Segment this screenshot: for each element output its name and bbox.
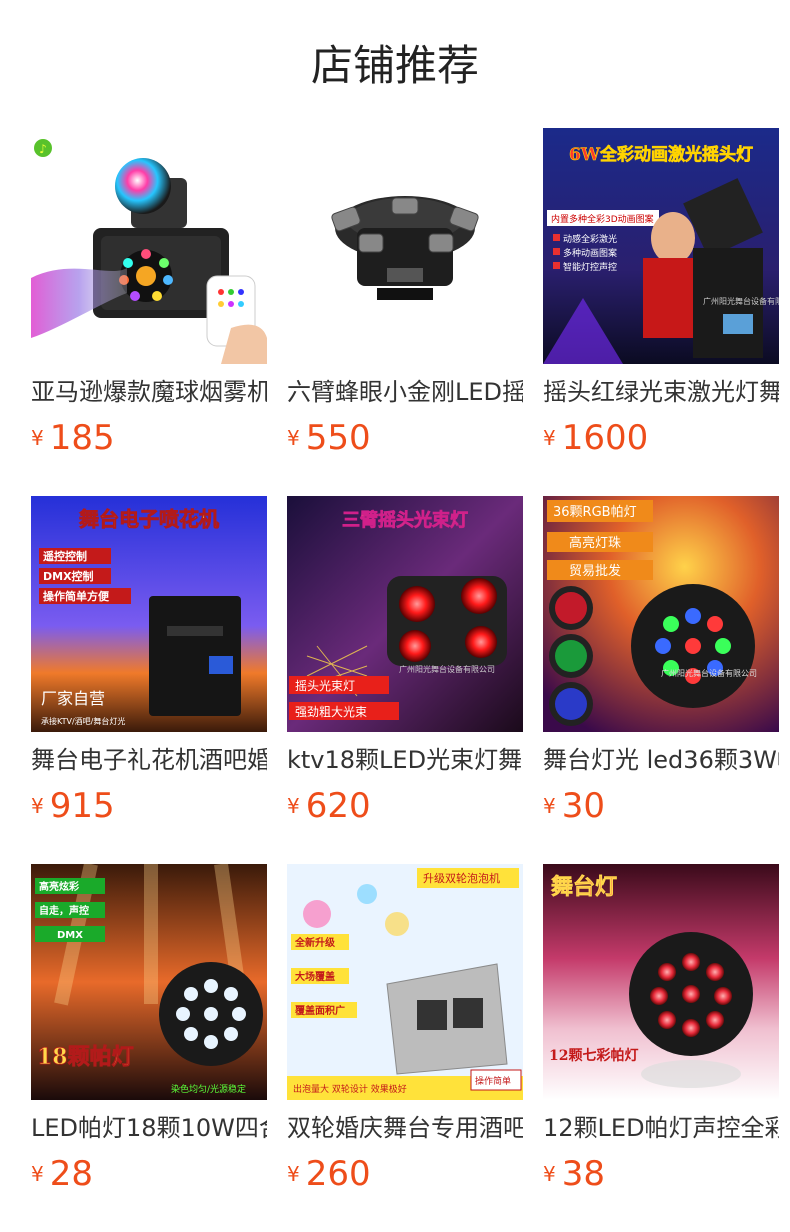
product-card[interactable]: 6W全彩动画激光摇头灯 内置多种全彩3D动画图案 动感全彩激光 多种动画图案 智… (543, 128, 779, 463)
price-amount: 620 (305, 786, 371, 826)
product-price: ¥260 (287, 1153, 371, 1195)
music-badge-icon: ♪ (39, 142, 47, 156)
product-card[interactable]: ♪ 亚马逊爆款魔球烟雾机舞台灯 (31, 128, 267, 463)
bubble-headline: 升级双轮泡泡机 (423, 871, 500, 885)
par-tag: 贸易批发 (569, 563, 621, 579)
bubble-tag: 大场覆盖 (295, 970, 335, 983)
beam-tag: 强劲粗大光束 (295, 705, 367, 719)
laser-banner: 内置多种全彩3D动画图案 (551, 213, 654, 225)
currency-symbol: ¥ (543, 1162, 556, 1186)
currency-symbol: ¥ (287, 426, 300, 450)
product-card[interactable]: 三臂摇头光束灯 摇头光束灯 强劲粗大光束 广州阳光舞台设备有限公司 ktv18颗… (287, 496, 523, 831)
product-price: ¥915 (31, 785, 115, 827)
product-image-bubble-machine[interactable]: 升级双轮泡泡机 全新升级 大场覆盖 覆盖面积广 出泡量大 双轮设计 效果极好 操… (287, 864, 523, 1100)
product-image-six-arm-light[interactable] (287, 128, 523, 364)
par18-tag: 高亮炫彩 (39, 880, 79, 893)
spark-tag: DMX控制 (43, 569, 94, 583)
bubble-footer: 出泡量大 双轮设计 效果极好 (293, 1083, 407, 1095)
product-image-par-12[interactable]: 舞台灯 12颗七彩帕灯 (543, 864, 779, 1100)
price-amount: 550 (305, 418, 371, 458)
price-amount: 1600 (561, 418, 649, 458)
product-card[interactable]: 升级双轮泡泡机 全新升级 大场覆盖 覆盖面积广 出泡量大 双轮设计 效果极好 操… (287, 864, 523, 1199)
laser-tag: 智能灯控声控 (563, 261, 617, 273)
price-amount: 30 (561, 786, 605, 826)
par18-tag: DMX (57, 930, 83, 941)
laser-headline: 6W全彩动画激光摇头灯 (569, 144, 753, 165)
laser-tag: 多种动画图案 (563, 247, 617, 259)
product-name[interactable]: 摇头红绿光束激光灯舞台 (543, 376, 779, 408)
product-image-laser-moving-head[interactable]: 6W全彩动画激光摇头灯 内置多种全彩3D动画图案 动感全彩激光 多种动画图案 智… (543, 128, 779, 364)
product-card[interactable]: 高亮炫彩 自走，声控 DMX 18颗帕灯 染色均匀/光源稳定 LED帕灯18颗1… (31, 864, 267, 1199)
product-name[interactable]: 舞台电子礼花机酒吧婚庆冷焰火 (31, 744, 267, 776)
product-price: ¥620 (287, 785, 371, 827)
product-price: ¥185 (31, 417, 115, 459)
par18-tag: 自走，声控 (39, 904, 89, 917)
product-image-three-arm-beam[interactable]: 三臂摇头光束灯 摇头光束灯 强劲粗大光束 广州阳光舞台设备有限公司 (287, 496, 523, 732)
beam-headline: 三臂摇头光束灯 (342, 509, 468, 531)
product-image-fog-machine[interactable]: ♪ (31, 128, 267, 364)
currency-symbol: ¥ (287, 794, 300, 818)
product-name[interactable]: 舞台灯光 led36颗3W帕灯 (543, 744, 779, 776)
price-amount: 28 (49, 1154, 93, 1194)
product-price: ¥1600 (543, 417, 648, 459)
product-name[interactable]: ktv18颗LED光束灯舞台灯 (287, 744, 523, 776)
product-image-spark-machine[interactable]: 舞台电子喷花机 遥控控制 DMX控制 操作简单方便 厂家自营 承接KTV/酒吧/… (31, 496, 267, 732)
product-name[interactable]: 12颗LED帕灯声控全彩染色灯 (543, 1112, 779, 1144)
spark-tag: 遥控控制 (43, 549, 87, 563)
product-name[interactable]: 双轮婚庆舞台专用酒吧泡泡机 (287, 1112, 523, 1144)
page-title: 店铺推荐 (310, 41, 479, 90)
product-price: ¥30 (543, 785, 605, 827)
spark-tag: 操作简单方便 (43, 589, 110, 603)
product-image-rgb-par[interactable]: 36颗RGB帕灯 高亮灯珠 贸易批发 广州阳光舞台设备有限公司 (543, 496, 779, 732)
spark-footer: 厂家自营 (41, 689, 105, 708)
product-card[interactable]: 舞台灯 12颗七彩帕灯 12颗LED帕灯声控全彩染色灯 ¥38 (543, 864, 779, 1199)
product-card[interactable]: 36颗RGB帕灯 高亮灯珠 贸易批发 广州阳光舞台设备有限公司 舞台灯光 led… (543, 496, 779, 831)
currency-symbol: ¥ (31, 1162, 44, 1186)
par12-headline: 舞台灯 (551, 874, 617, 900)
product-price: ¥28 (31, 1153, 93, 1195)
currency-symbol: ¥ (543, 426, 556, 450)
product-price: ¥38 (543, 1153, 605, 1195)
currency-symbol: ¥ (287, 1162, 300, 1186)
bubble-tag: 全新升级 (294, 936, 336, 949)
price-amount: 185 (49, 418, 115, 458)
product-name[interactable]: 六臂蜂眼小金刚LED摇头灯 (287, 376, 523, 408)
product-name[interactable]: 亚马逊爆款魔球烟雾机舞台灯 (31, 376, 267, 408)
bubble-tag: 覆盖面积广 (295, 1004, 345, 1017)
price-amount: 38 (561, 1154, 605, 1194)
spark-headline: 舞台电子喷花机 (79, 507, 219, 531)
spark-footer-sub: 承接KTV/酒吧/舞台灯光 (41, 716, 125, 726)
product-image-par-18[interactable]: 高亮炫彩 自走，声控 DMX 18颗帕灯 染色均匀/光源稳定 (31, 864, 267, 1100)
par-tag: 高亮灯珠 (569, 535, 621, 551)
currency-symbol: ¥ (543, 794, 556, 818)
product-card[interactable]: 六臂蜂眼小金刚LED摇头灯 ¥550 (287, 128, 523, 463)
price-amount: 915 (49, 786, 115, 826)
product-price: ¥550 (287, 417, 371, 459)
price-amount: 260 (305, 1154, 371, 1194)
par-watermark: 广州阳光舞台设备有限公司 (661, 668, 757, 678)
product-card[interactable]: 舞台电子喷花机 遥控控制 DMX控制 操作简单方便 厂家自营 承接KTV/酒吧/… (31, 496, 267, 831)
currency-symbol: ¥ (31, 794, 44, 818)
par-headline: 36颗RGB帕灯 (553, 505, 637, 520)
laser-watermark: 广州阳光舞台设备有限公司 (703, 296, 779, 306)
bubble-badge: 操作简单 (475, 1075, 511, 1087)
beam-watermark: 广州阳光舞台设备有限公司 (399, 664, 495, 674)
par18-label: 18颗帕灯 (37, 1044, 134, 1070)
product-name[interactable]: LED帕灯18颗10W四合一 (31, 1112, 267, 1144)
laser-tag: 动感全彩激光 (563, 233, 617, 245)
par18-footer: 染色均匀/光源稳定 (171, 1083, 246, 1095)
beam-tag: 摇头光束灯 (295, 679, 355, 693)
currency-symbol: ¥ (31, 426, 44, 450)
par12-label: 12颗七彩帕灯 (549, 1047, 638, 1064)
